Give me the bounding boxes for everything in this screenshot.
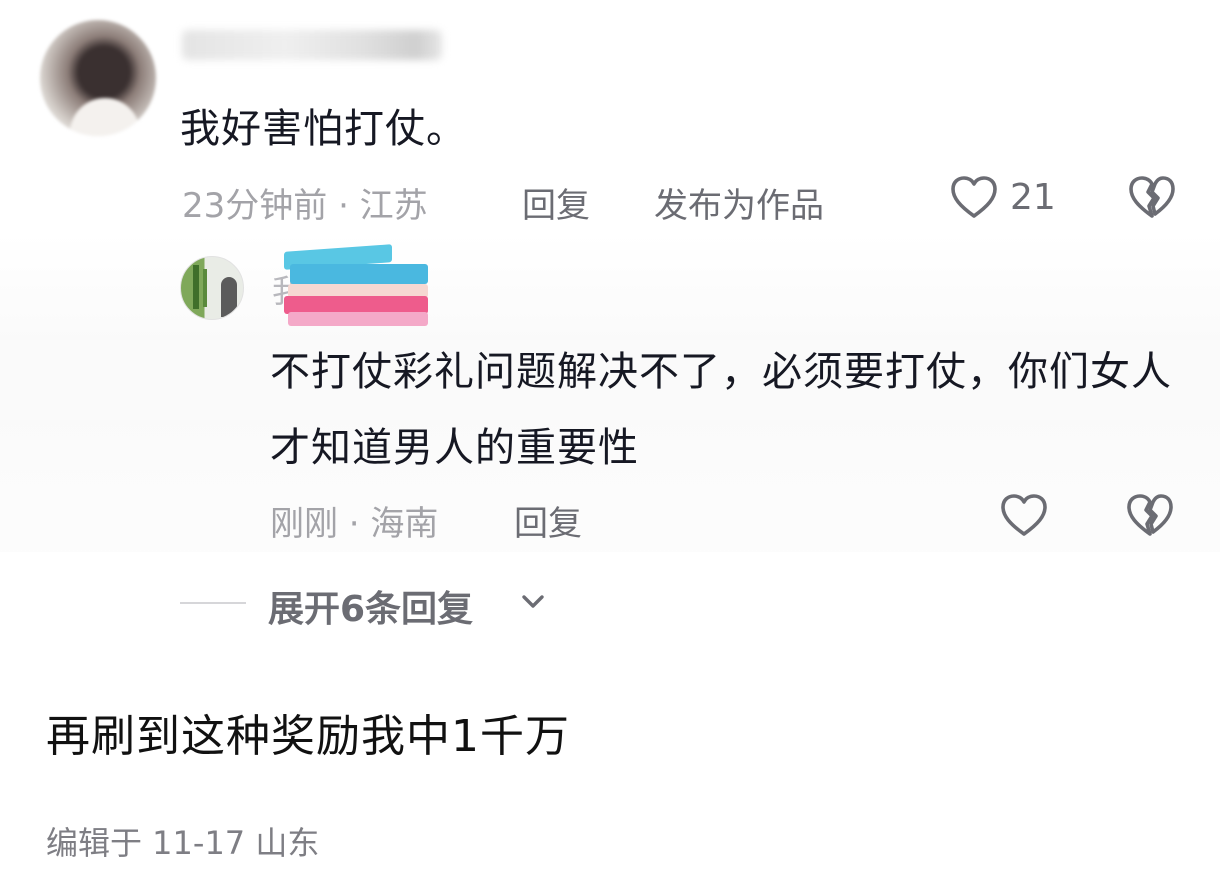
broken-heart-icon[interactable] — [1126, 172, 1178, 224]
username-censor-scribble — [284, 244, 434, 332]
broken-heart-icon[interactable] — [1124, 490, 1176, 542]
like-count: 21 — [1010, 177, 1056, 218]
commenter-username-blurred[interactable] — [182, 30, 442, 60]
expand-divider — [180, 602, 246, 604]
publish-as-work-button[interactable]: 发布为作品 — [654, 178, 824, 227]
commenter-avatar[interactable] — [40, 20, 156, 136]
heart-outline-icon — [951, 176, 997, 218]
reply-reply-button[interactable]: 回复 — [514, 496, 582, 545]
reply-button[interactable]: 回复 — [522, 178, 590, 227]
chevron-down-icon[interactable] — [518, 590, 548, 614]
edit-info: 编辑于 11-17 山东 — [46, 824, 320, 862]
heart-outline-icon[interactable] — [998, 490, 1050, 542]
replier-avatar[interactable] — [180, 256, 244, 320]
comment-screenshot: 我好害怕打仗。 23分钟前 · 江苏 回复 发布为作品 21 我 不打仗彩礼问题… — [0, 0, 1220, 896]
reply-time-location: 刚刚 · 海南 — [270, 504, 439, 544]
post-caption: 再刷到这种奖励我中1千万 — [46, 711, 570, 762]
reply-text: 不打仗彩礼问题解决不了，必须要打仗，你们女人才知道男人的重要性 — [270, 349, 1172, 471]
comment-time-location: 23分钟前 · 江苏 — [182, 186, 428, 226]
expand-replies-button[interactable]: 展开6条回复 — [268, 580, 473, 632]
comment-text: 我好害怕打仗。 — [180, 106, 467, 152]
